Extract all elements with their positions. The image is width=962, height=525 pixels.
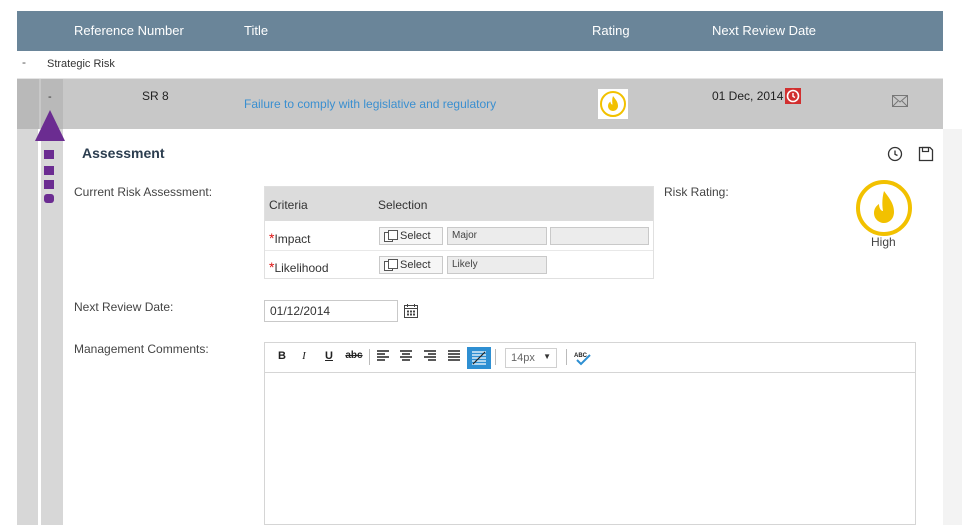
annotation-arrow-icon (34, 108, 66, 213)
italic-button[interactable]: I (296, 350, 312, 362)
select-button-label: Select (400, 230, 431, 242)
risk-rating-fire-icon (855, 180, 913, 239)
align-justify-icon[interactable] (446, 350, 462, 365)
col-header-rating[interactable]: Rating (592, 23, 630, 38)
group-row-strategic-risk: - Strategic Risk (17, 51, 943, 79)
risk-level-text: High (871, 235, 896, 249)
row-collapse-toggle[interactable]: - (48, 91, 52, 103)
col-header-reference[interactable]: Reference Number (74, 23, 184, 38)
history-clock-icon[interactable] (887, 146, 903, 165)
spellcheck-button[interactable]: ABC (573, 350, 593, 369)
group-collapse-toggle[interactable]: - (22, 55, 26, 69)
current-risk-assessment-label: Current Risk Assessment: (74, 185, 213, 199)
detail-right-margin (943, 129, 962, 525)
copy-icon (384, 230, 398, 247)
table-row[interactable]: - SR 8 Failure to comply with legislativ… (17, 79, 943, 129)
criteria-row-impact: *Impact Select Major (265, 222, 653, 251)
chevron-down-icon: ▼ (543, 352, 551, 361)
rating-fire-icon (598, 89, 628, 119)
next-review-date-input[interactable] (264, 300, 398, 322)
impact-value-field: Major (447, 227, 547, 245)
format-block-button[interactable] (467, 347, 491, 369)
toolbar-separator (566, 349, 567, 365)
criteria-name: *Likelihood (269, 259, 329, 275)
impact-select-button[interactable]: Select (379, 227, 443, 245)
select-button-label: Select (400, 259, 431, 271)
assessment-title: Assessment (82, 145, 165, 161)
bold-button[interactable]: B (274, 350, 290, 362)
toolbar-separator (369, 349, 370, 365)
likelihood-value-field: Likely (447, 256, 547, 274)
management-comments-label: Management Comments: (74, 342, 209, 356)
overdue-clock-icon (785, 88, 801, 104)
calendar-icon[interactable] (404, 304, 418, 321)
risk-rating-label: Risk Rating: (664, 185, 729, 199)
comments-editor: B I U abc 14px ▼ ABC (264, 342, 916, 525)
row-title-link[interactable]: Failure to comply with legislative and r… (244, 97, 496, 111)
criteria-name: *Impact (269, 230, 310, 246)
font-size-select[interactable]: 14px ▼ (505, 348, 557, 368)
criteria-table-header: Criteria Selection (265, 187, 653, 221)
col-header-next-review[interactable]: Next Review Date (712, 23, 816, 38)
save-icon[interactable] (918, 146, 934, 165)
grid-header: Reference Number Title Rating Next Revie… (17, 11, 943, 51)
next-review-date-label: Next Review Date: (74, 300, 174, 314)
underline-button[interactable]: U (321, 350, 337, 362)
criteria-col-header: Criteria (269, 198, 308, 212)
criteria-label: Likelihood (274, 261, 329, 275)
align-right-icon[interactable] (422, 350, 438, 365)
align-center-icon[interactable] (398, 350, 414, 365)
selection-col-header: Selection (378, 198, 428, 212)
font-size-value: 14px (511, 352, 535, 364)
criteria-label: Impact (274, 232, 311, 246)
criteria-table: Criteria Selection *Impact Select Major … (264, 186, 654, 279)
row-next-review-date: 01 Dec, 2014 (712, 89, 784, 103)
copy-icon (384, 259, 398, 276)
strikethrough-button[interactable]: abc (343, 350, 365, 361)
row-reference: SR 8 (142, 89, 169, 103)
toolbar-separator (495, 349, 496, 365)
align-left-icon[interactable] (375, 350, 391, 365)
impact-extra-field (550, 227, 649, 245)
col-header-title[interactable]: Title (244, 23, 268, 38)
group-label: Strategic Risk (47, 58, 115, 70)
email-icon[interactable] (892, 95, 908, 110)
comments-text-area[interactable] (265, 373, 915, 524)
editor-toolbar: B I U abc 14px ▼ ABC (265, 343, 915, 373)
likelihood-select-button[interactable]: Select (379, 256, 443, 274)
criteria-row-likelihood: *Likelihood Select Likely (265, 251, 653, 280)
